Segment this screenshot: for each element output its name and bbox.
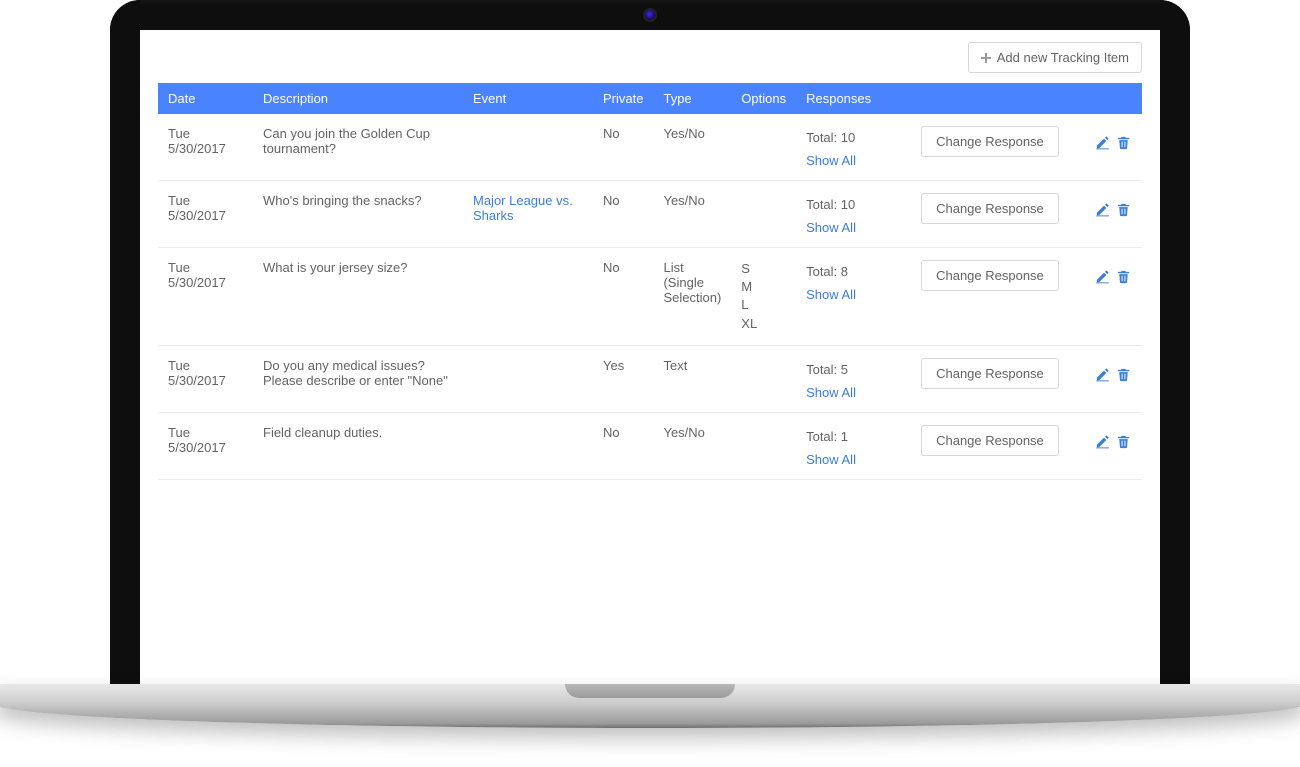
trash-icon[interactable] bbox=[1116, 135, 1131, 150]
col-header-type: Type bbox=[653, 83, 731, 114]
bezel-right bbox=[1160, 0, 1190, 700]
trash-icon[interactable] bbox=[1116, 202, 1131, 217]
cell-description: Do you any medical issues? Please descri… bbox=[253, 345, 463, 412]
tracking-items-table: Date Description Event Private Type Opti… bbox=[158, 83, 1142, 480]
add-button-label: Add new Tracking Item bbox=[997, 50, 1129, 65]
cell-responses: Total: 5 Show All bbox=[796, 345, 911, 412]
cell-type: Text bbox=[653, 345, 731, 412]
col-header-actions bbox=[911, 83, 1142, 114]
table-row: Tue 5/30/2017Do you any medical issues? … bbox=[158, 345, 1142, 412]
cell-type: Yes/No bbox=[653, 181, 731, 248]
cell-actions: Change Response bbox=[911, 412, 1142, 479]
edit-icon[interactable] bbox=[1095, 434, 1110, 449]
show-all-link[interactable]: Show All bbox=[806, 385, 901, 400]
cell-event bbox=[463, 412, 593, 479]
table-row: Tue 5/30/2017Field cleanup duties. NoYes/… bbox=[158, 412, 1142, 479]
cell-event bbox=[463, 345, 593, 412]
cell-responses: Total: 10 Show All bbox=[796, 114, 911, 181]
option-value: M bbox=[741, 278, 786, 296]
cell-responses: Total: 1 Show All bbox=[796, 412, 911, 479]
trash-icon[interactable] bbox=[1116, 269, 1131, 284]
cell-date: Tue 5/30/2017 bbox=[158, 248, 253, 346]
cell-private: No bbox=[593, 248, 653, 346]
event-link[interactable]: Major League vs. Sharks bbox=[473, 193, 573, 223]
app-screen: Add new Tracking Item Date Description E… bbox=[140, 30, 1160, 685]
cell-options bbox=[731, 181, 796, 248]
cell-private: No bbox=[593, 114, 653, 181]
cell-private: Yes bbox=[593, 345, 653, 412]
edit-icon[interactable] bbox=[1095, 367, 1110, 382]
edit-icon[interactable] bbox=[1095, 202, 1110, 217]
cell-actions: Change Response bbox=[911, 345, 1142, 412]
responses-total: Total: 10 bbox=[806, 130, 901, 145]
option-value: XL bbox=[741, 315, 786, 333]
cell-options bbox=[731, 114, 796, 181]
cell-event bbox=[463, 248, 593, 346]
table-row: Tue 5/30/2017Can you join the Golden Cup… bbox=[158, 114, 1142, 181]
show-all-link[interactable]: Show All bbox=[806, 452, 901, 467]
cell-description: Who's bringing the snacks? bbox=[253, 181, 463, 248]
col-header-date: Date bbox=[158, 83, 253, 114]
show-all-link[interactable]: Show All bbox=[806, 220, 901, 235]
laptop-frame: Add new Tracking Item Date Description E… bbox=[110, 0, 1190, 740]
trash-icon[interactable] bbox=[1116, 367, 1131, 382]
cell-event bbox=[463, 114, 593, 181]
responses-total: Total: 1 bbox=[806, 429, 901, 444]
cell-description: What is your jersey size? bbox=[253, 248, 463, 346]
responses-total: Total: 5 bbox=[806, 362, 901, 377]
change-response-button[interactable]: Change Response bbox=[921, 126, 1059, 157]
cell-options bbox=[731, 412, 796, 479]
cell-options bbox=[731, 345, 796, 412]
col-header-responses: Responses bbox=[796, 83, 911, 114]
col-header-description: Description bbox=[253, 83, 463, 114]
add-tracking-item-button[interactable]: Add new Tracking Item bbox=[968, 42, 1142, 73]
toolbar: Add new Tracking Item bbox=[158, 42, 1142, 83]
col-header-event: Event bbox=[463, 83, 593, 114]
cell-date: Tue 5/30/2017 bbox=[158, 345, 253, 412]
change-response-button[interactable]: Change Response bbox=[921, 260, 1059, 291]
cell-type: Yes/No bbox=[653, 114, 731, 181]
edit-icon[interactable] bbox=[1095, 135, 1110, 150]
camera-icon bbox=[643, 8, 657, 22]
cell-date: Tue 5/30/2017 bbox=[158, 181, 253, 248]
col-header-options: Options bbox=[731, 83, 796, 114]
cell-type: Yes/No bbox=[653, 412, 731, 479]
cell-event[interactable]: Major League vs. Sharks bbox=[463, 181, 593, 248]
cell-private: No bbox=[593, 181, 653, 248]
cell-date: Tue 5/30/2017 bbox=[158, 412, 253, 479]
cell-responses: Total: 10 Show All bbox=[796, 181, 911, 248]
cell-date: Tue 5/30/2017 bbox=[158, 114, 253, 181]
cell-type: List (Single Selection) bbox=[653, 248, 731, 346]
option-value: L bbox=[741, 296, 786, 314]
option-value: S bbox=[741, 260, 786, 278]
change-response-button[interactable]: Change Response bbox=[921, 425, 1059, 456]
change-response-button[interactable]: Change Response bbox=[921, 193, 1059, 224]
cell-description: Can you join the Golden Cup tournament? bbox=[253, 114, 463, 181]
change-response-button[interactable]: Change Response bbox=[921, 358, 1059, 389]
col-header-private: Private bbox=[593, 83, 653, 114]
cell-actions: Change Response bbox=[911, 248, 1142, 346]
trash-icon[interactable] bbox=[1116, 434, 1131, 449]
cell-responses: Total: 8 Show All bbox=[796, 248, 911, 346]
cell-actions: Change Response bbox=[911, 181, 1142, 248]
table-row: Tue 5/30/2017Who's bringing the snacks? M… bbox=[158, 181, 1142, 248]
bezel-top bbox=[110, 0, 1190, 30]
cell-description: Field cleanup duties. bbox=[253, 412, 463, 479]
table-row: Tue 5/30/2017What is your jersey size? No… bbox=[158, 248, 1142, 346]
plus-icon bbox=[981, 53, 991, 63]
show-all-link[interactable]: Show All bbox=[806, 287, 901, 302]
table-header-row: Date Description Event Private Type Opti… bbox=[158, 83, 1142, 114]
bezel-left bbox=[110, 0, 140, 700]
responses-total: Total: 8 bbox=[806, 264, 901, 279]
edit-icon[interactable] bbox=[1095, 269, 1110, 284]
laptop-base bbox=[0, 684, 1300, 728]
cell-private: No bbox=[593, 412, 653, 479]
cell-actions: Change Response bbox=[911, 114, 1142, 181]
cell-options: SMLXL bbox=[731, 248, 796, 346]
show-all-link[interactable]: Show All bbox=[806, 153, 901, 168]
responses-total: Total: 10 bbox=[806, 197, 901, 212]
